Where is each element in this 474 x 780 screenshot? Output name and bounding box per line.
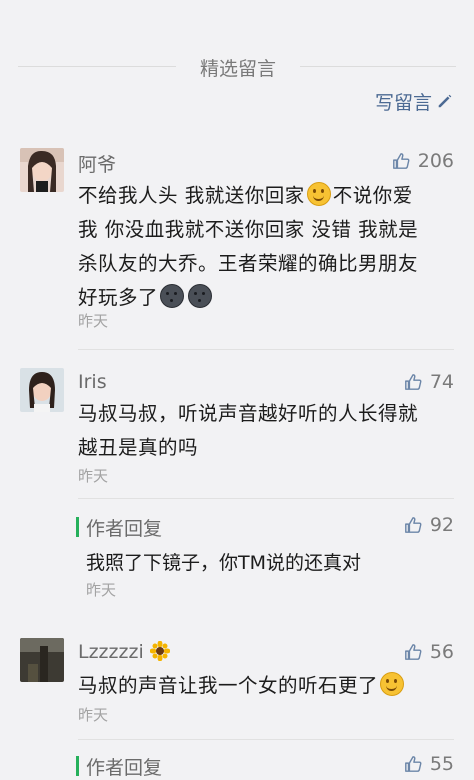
smile-emoji-icon bbox=[306, 182, 331, 206]
comment-time: 昨天 bbox=[78, 467, 109, 485]
comment-line: 不说你爱 bbox=[332, 184, 413, 207]
like-button[interactable]: 56 bbox=[404, 641, 454, 663]
author-reply-label: 作者回复 bbox=[86, 757, 163, 779]
header-divider-left bbox=[18, 66, 176, 67]
like-count: 206 bbox=[417, 150, 454, 172]
comment-line: 越丑是真的吗 bbox=[78, 436, 199, 459]
avatar[interactable] bbox=[20, 638, 64, 682]
nickname-text: Lzzzzzi bbox=[78, 641, 144, 663]
comment-nickname: Iris bbox=[78, 371, 107, 393]
author-reply-text: 我照了下镜子，你TM说的还真对 bbox=[86, 552, 361, 574]
comment-time: 昨天 bbox=[78, 312, 109, 330]
comment-divider bbox=[78, 498, 454, 499]
thumbs-up-icon bbox=[404, 644, 422, 660]
dark-moon-emoji-icon bbox=[160, 284, 185, 308]
comment-text: 马叔的声音让我一个女的听石更了 bbox=[78, 669, 452, 703]
smile-emoji-icon bbox=[380, 672, 405, 696]
comment-nickname: Lzzzzzi bbox=[78, 641, 170, 663]
reply-time: 昨天 bbox=[86, 581, 117, 599]
write-comment-label: 写留言 bbox=[374, 91, 432, 114]
write-comment-button[interactable]: 写留言 bbox=[375, 88, 454, 114]
comment-line: 不给我人头 我就送你回家 bbox=[78, 184, 305, 207]
comment-line: 我 你没血我就不送你回家 没错 我就是 bbox=[78, 218, 419, 241]
thumbs-up-icon bbox=[404, 374, 422, 390]
like-count: 56 bbox=[429, 641, 454, 663]
like-button[interactable]: 74 bbox=[404, 371, 454, 393]
like-count: 92 bbox=[429, 514, 454, 536]
avatar[interactable] bbox=[20, 148, 64, 192]
comment-time: 昨天 bbox=[78, 706, 109, 724]
comment-text: 不给我人头 我就送你回家 不说你爱 我 你没血我就不送你回家 没错 我就是 杀队友… bbox=[78, 179, 452, 315]
author-reply-label: 作者回复 bbox=[86, 518, 163, 540]
comment-nickname: 阿爷 bbox=[78, 154, 117, 176]
comment-line: 好玩多了 bbox=[78, 286, 159, 309]
reply-accent-bar bbox=[76, 517, 79, 537]
like-button[interactable]: 206 bbox=[392, 150, 454, 172]
reply-like-button[interactable]: 92 bbox=[404, 514, 454, 536]
comment-text: 马叔马叔，听说声音越好听的人长得就 越丑是真的吗 bbox=[78, 397, 452, 465]
header-divider-right bbox=[300, 66, 456, 67]
pencil-icon bbox=[438, 94, 452, 108]
thumbs-up-icon bbox=[404, 756, 422, 772]
comment-divider bbox=[78, 739, 454, 740]
selected-comments-header: 精选留言 bbox=[0, 52, 474, 80]
sunflower-icon bbox=[149, 641, 170, 661]
thumbs-up-icon bbox=[404, 517, 422, 533]
comment-line: 马叔的声音让我一个女的听石更了 bbox=[78, 674, 379, 697]
comment-divider bbox=[78, 349, 454, 350]
dark-moon-emoji-icon bbox=[188, 284, 213, 308]
thumbs-up-icon bbox=[392, 153, 410, 169]
comment-line: 杀队友的大乔。王者荣耀的确比男朋友 bbox=[78, 252, 419, 275]
like-count: 55 bbox=[429, 753, 454, 775]
comment-line: 马叔马叔，听说声音越好听的人长得就 bbox=[78, 402, 419, 425]
avatar[interactable] bbox=[20, 368, 64, 412]
reply-accent-bar bbox=[76, 756, 79, 776]
like-count: 74 bbox=[429, 371, 454, 393]
reply-like-button[interactable]: 55 bbox=[404, 753, 454, 775]
section-title: 精选留言 bbox=[199, 58, 276, 80]
